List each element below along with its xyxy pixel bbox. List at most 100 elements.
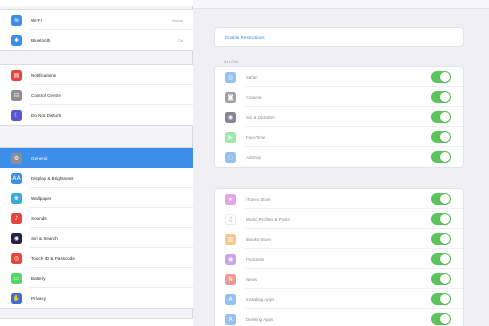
restriction-row-installing-apps: A Installing Apps <box>215 289 463 309</box>
toggle-switch[interactable] <box>431 233 451 245</box>
music-icon: ♫ <box>225 213 236 225</box>
sidebar-item-label: Bluetooth <box>31 37 51 43</box>
battery-icon: ▭ <box>11 272 22 284</box>
sidebar: ≋ Wi-Fi Home ✱ Bluetooth On ▤ Notifications ⊟ Co… <box>0 0 193 326</box>
sidebar-item-control-centre[interactable]: ⊟ Control Centre <box>0 85 193 105</box>
sidebar-group-notifications: ▤ Notifications ⊟ Control Centre ☾ Do Not Dis… <box>0 64 193 126</box>
restriction-row-safari: ◎ Safari <box>215 67 463 87</box>
restriction-row-deleting-apps: A Deleting Apps <box>215 309 463 326</box>
sidebar-top-peek <box>0 0 193 6</box>
restriction-row-podcasts: ◉ Podcasts <box>215 249 463 269</box>
toggle-switch[interactable] <box>431 193 451 205</box>
restriction-label: Deleting Apps <box>246 316 274 322</box>
sidebar-item-label: Wi-Fi <box>31 17 42 23</box>
toggle-switch[interactable] <box>431 313 451 325</box>
sidebar-item-label: Privacy <box>31 295 47 301</box>
ibooks-icon: ▥ <box>225 233 236 245</box>
sidebar-item-value: Home <box>172 17 183 23</box>
speaker-icon: ♪ <box>11 212 22 224</box>
restriction-row-music-profiles-posts: ♫ Music Profiles & Posts <box>215 209 463 229</box>
nav-bar <box>194 0 489 9</box>
sidebar-item-label: Wallpaper <box>31 195 52 201</box>
wifi-icon: ≋ <box>11 14 22 26</box>
notifications-icon: ▤ <box>11 69 22 81</box>
sidebar-item-general[interactable]: ⚙ General <box>0 148 193 168</box>
toggle-switch[interactable] <box>431 91 451 103</box>
sidebar-group-general: ⚙ General AA Display & Brightness ❀ Wallpaper… <box>0 147 193 309</box>
camera-icon: ◙ <box>225 91 236 103</box>
podcasts-icon: ◉ <box>225 253 236 265</box>
restriction-row-facetime: ▶ FaceTime <box>215 127 463 147</box>
sidebar-item-do-not-disturb[interactable]: ☾ Do Not Disturb <box>0 105 193 125</box>
itunes-store-icon: ★ <box>225 193 236 205</box>
restriction-row-news: N News <box>215 269 463 289</box>
sidebar-item-value: On <box>177 37 183 43</box>
restriction-row-ibooks-store: ▥ iBooks Store <box>215 229 463 249</box>
restriction-label: Installing Apps <box>246 296 275 302</box>
sidebar-item-label: Sounds <box>31 215 47 221</box>
siri-icon: ◉ <box>11 232 22 244</box>
toggle-switch[interactable] <box>431 213 451 225</box>
sidebar-item-label: General <box>31 155 48 161</box>
restriction-row-itunes-store: ★ iTunes Store <box>215 189 463 209</box>
sidebar-item-wallpaper[interactable]: ❀ Wallpaper <box>0 188 193 208</box>
restriction-label: News <box>246 276 257 282</box>
restriction-label: iBooks Store <box>246 236 271 242</box>
restrictions-panel: Enable Restrictions ALLOW: ◎ Safari ◙ Camer… <box>194 0 489 326</box>
restriction-label: Camera <box>246 94 262 100</box>
restriction-label: AirDrop <box>246 154 261 160</box>
sidebar-item-label: Do Not Disturb <box>31 112 62 118</box>
sidebar-item-notifications[interactable]: ▤ Notifications <box>0 65 193 85</box>
restriction-row-siri-dictation: ◉ Siri & Dictation <box>215 107 463 127</box>
restriction-label: iTunes Store <box>246 196 271 202</box>
restriction-row-airdrop: ◌ AirDrop <box>215 147 463 167</box>
sidebar-item-siri-search[interactable]: ◉ Siri & Search <box>0 228 193 248</box>
app-store-icon: A <box>225 293 236 305</box>
sidebar-item-sounds[interactable]: ♪ Sounds <box>0 208 193 228</box>
allow-list: ◎ Safari ◙ Camera ◉ Siri & Dictation ▶ FaceTime… <box>214 66 464 168</box>
control-centre-icon: ⊟ <box>11 89 22 101</box>
sidebar-item-label: Control Centre <box>31 92 61 98</box>
sidebar-item-bluetooth[interactable]: ✱ Bluetooth On <box>0 30 193 50</box>
sidebar-item-display-brightness[interactable]: AA Display & Brightness <box>0 168 193 188</box>
toggle-switch[interactable] <box>431 253 451 265</box>
sidebar-item-touch-id-passcode[interactable]: ◎ Touch ID & Passcode <box>0 248 193 268</box>
sidebar-item-privacy[interactable]: ✋ Privacy <box>0 288 193 308</box>
restriction-label: FaceTime <box>246 134 266 140</box>
toggle-switch[interactable] <box>431 151 451 163</box>
sidebar-item-label: Touch ID & Passcode <box>31 255 75 261</box>
moon-icon: ☾ <box>11 109 22 121</box>
sidebar-item-wi-fi[interactable]: ≋ Wi-Fi Home <box>0 10 193 30</box>
sidebar-bottom-peek <box>0 318 193 326</box>
airdrop-icon: ◌ <box>225 151 236 163</box>
app-restrictions-list: ★ iTunes Store ♫ Music Profiles & Posts ▥ iBo… <box>214 188 464 326</box>
restriction-label: Safari <box>246 74 258 80</box>
restriction-label: Podcasts <box>246 256 265 262</box>
sidebar-item-label: Notifications <box>31 72 57 78</box>
siri-icon: ◉ <box>225 111 236 123</box>
fingerprint-icon: ◎ <box>11 252 22 264</box>
enable-restrictions-label: Enable Restrictions <box>225 34 265 40</box>
safari-icon: ◎ <box>225 71 236 83</box>
restriction-label: Siri & Dictation <box>246 114 275 120</box>
toggle-switch[interactable] <box>431 293 451 305</box>
restriction-row-camera: ◙ Camera <box>215 87 463 107</box>
toggle-switch[interactable] <box>431 131 451 143</box>
restriction-label: Music Profiles & Posts <box>246 216 290 222</box>
sidebar-item-label: Siri & Search <box>31 235 58 241</box>
sidebar-item-battery[interactable]: ▭ Battery <box>0 268 193 288</box>
hand-icon: ✋ <box>11 292 22 304</box>
toggle-switch[interactable] <box>431 273 451 285</box>
sidebar-item-label: Display & Brightness <box>31 175 74 181</box>
news-icon: N <box>225 273 236 285</box>
app-store-icon: A <box>225 313 236 325</box>
display-icon: AA <box>11 172 22 184</box>
toggle-switch[interactable] <box>431 71 451 83</box>
facetime-icon: ▶ <box>225 131 236 143</box>
gear-icon: ⚙ <box>11 152 22 164</box>
wallpaper-icon: ❀ <box>11 192 22 204</box>
sidebar-item-label: Battery <box>31 275 46 281</box>
enable-restrictions-button[interactable]: Enable Restrictions <box>214 27 464 47</box>
toggle-switch[interactable] <box>431 111 451 123</box>
section-header-allow: ALLOW: <box>224 60 240 64</box>
